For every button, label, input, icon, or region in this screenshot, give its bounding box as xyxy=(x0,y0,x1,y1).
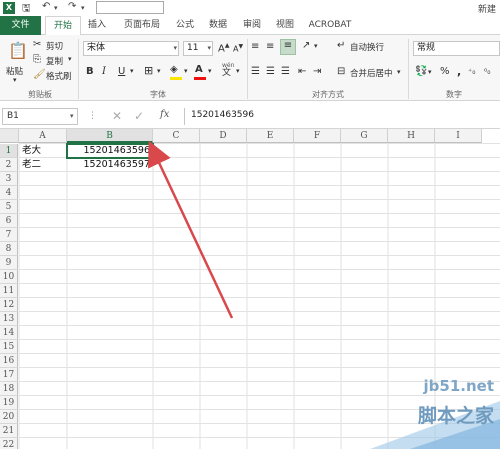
watermark-site: jb51.net xyxy=(423,377,494,395)
watermark-text: 脚本之家 xyxy=(417,405,494,427)
watermark: jb51.net 脚本之家 xyxy=(350,375,500,449)
